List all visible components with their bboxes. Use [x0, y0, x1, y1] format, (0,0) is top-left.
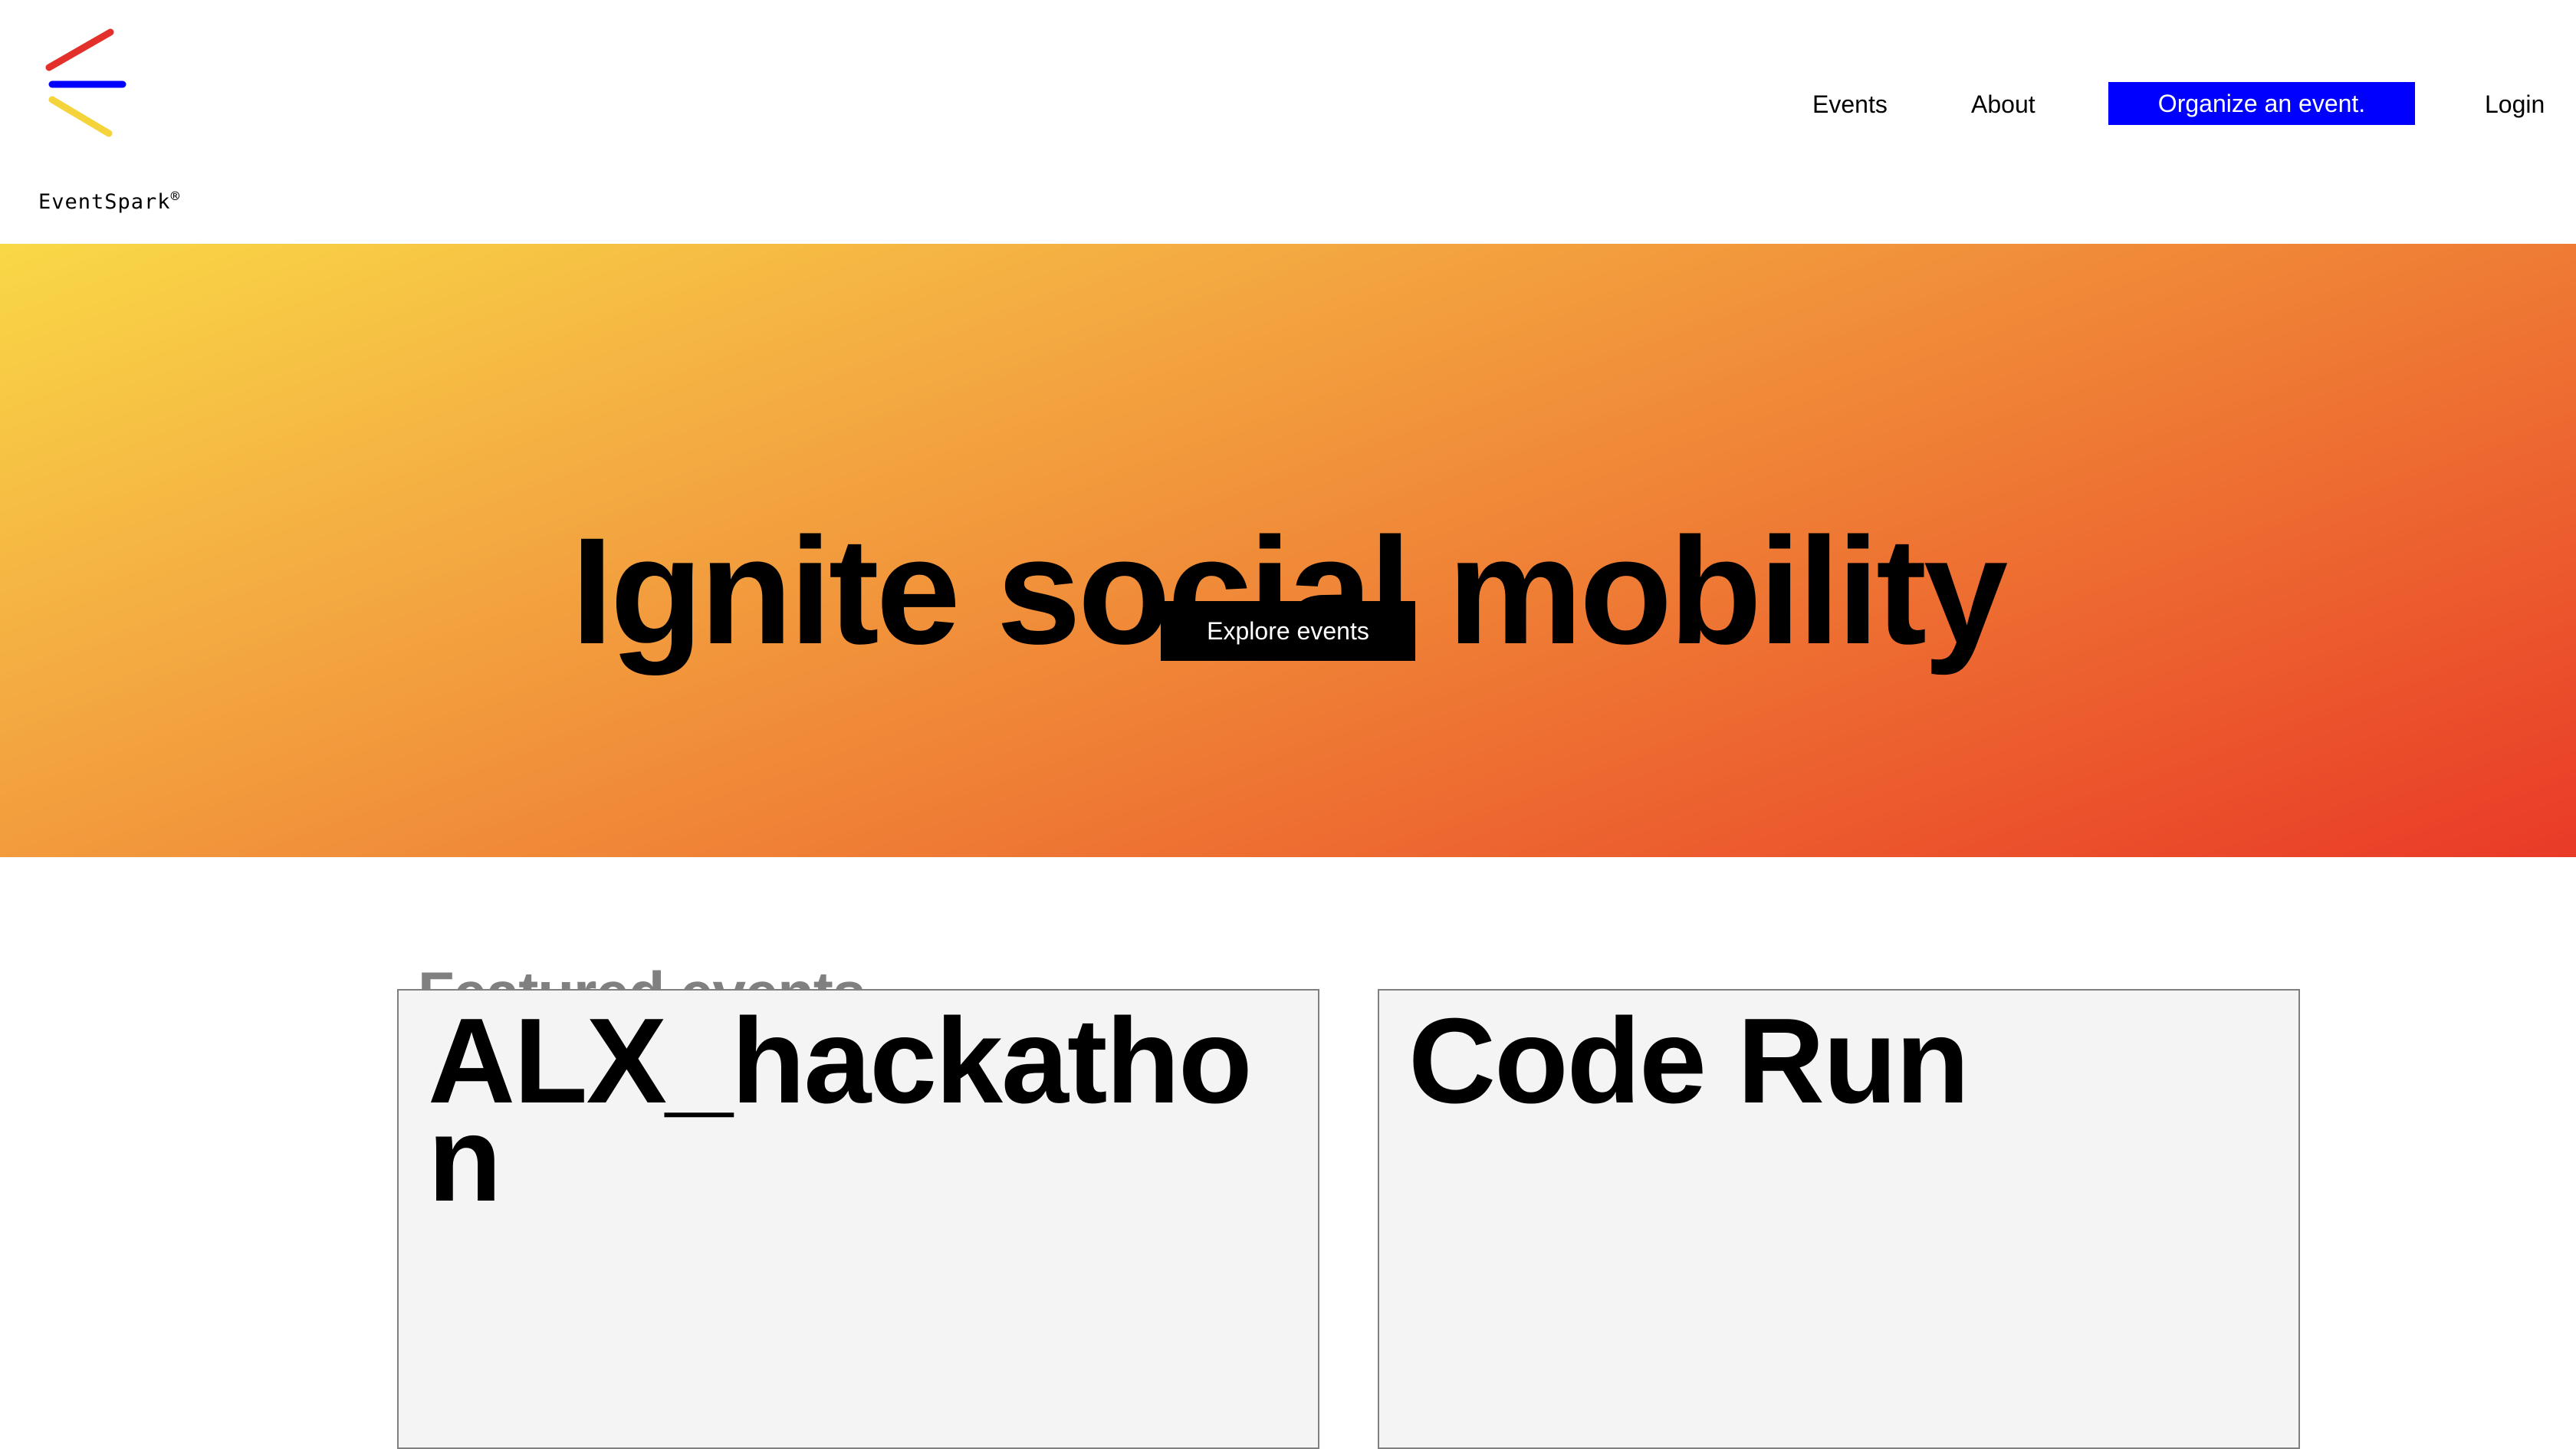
explore-events-button[interactable]: Explore events: [1161, 601, 1415, 661]
nav-link-login[interactable]: Login: [2485, 82, 2545, 127]
brand-name-text: EventSpark: [38, 190, 171, 214]
site-header: EventSpark® Events About Organize an eve…: [0, 0, 2576, 244]
nav-link-about[interactable]: About: [1971, 82, 2036, 127]
brand-name: EventSpark®: [38, 188, 181, 215]
event-card-title: Code Run: [1408, 994, 1970, 1129]
event-card-code-run[interactable]: Code Run: [1378, 989, 2300, 1449]
event-card-title: ALX_hackathon: [428, 994, 1253, 1227]
main-nav: Events About Organize an event. Login: [0, 82, 2576, 127]
nav-link-events[interactable]: Events: [1812, 82, 1888, 127]
hero-banner: Ignite social mobility Explore events: [0, 244, 2576, 857]
organize-event-button[interactable]: Organize an event.: [2108, 82, 2415, 125]
registered-mark: ®: [170, 188, 181, 205]
event-card-alx-hackathon[interactable]: ALX_hackathon: [397, 989, 1319, 1449]
